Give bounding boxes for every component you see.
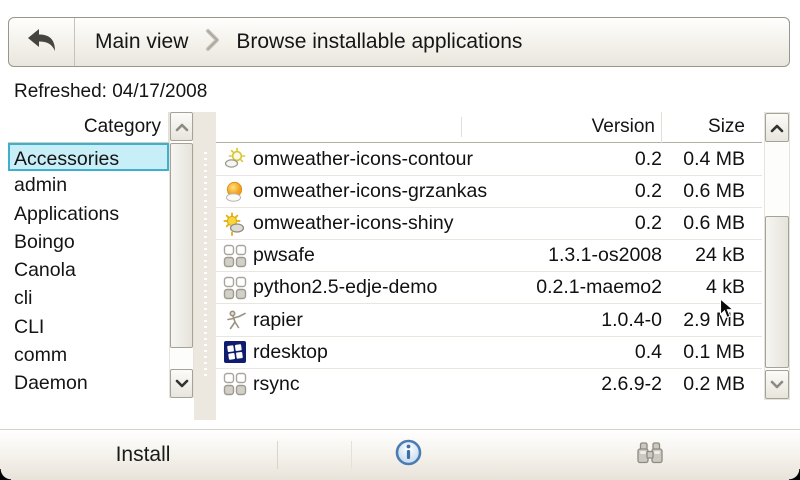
install-button[interactable]: Install (8, 430, 278, 480)
category-column-header[interactable]: Category (8, 112, 169, 143)
package-name: rapier (253, 309, 303, 332)
scrollbar-down-button[interactable] (765, 370, 789, 399)
navigation-toolbar: Main view Browse installable application… (8, 17, 790, 67)
category-scrollbar[interactable] (169, 112, 194, 398)
package-default-icon (222, 371, 248, 397)
breadcrumb: Main view Browse installable application… (75, 18, 522, 66)
package-row[interactable]: rdesktop 0.4 0.1 MB (216, 336, 762, 368)
scrollbar-down-button[interactable] (170, 369, 193, 398)
category-item-comm[interactable]: comm (8, 341, 169, 369)
package-size: 0.6 MB (662, 212, 762, 235)
category-item-daemon[interactable]: Daemon (8, 369, 169, 397)
package-name: omweather-icons-contour (253, 148, 473, 171)
package-name: pwsafe (253, 244, 315, 267)
package-row[interactable]: python2.5-edje-demo 0.2.1-maemo2 4 kB (216, 271, 762, 303)
package-size: 2.9 MB (662, 309, 762, 332)
back-button[interactable] (9, 18, 75, 66)
package-row[interactable]: rapier 1.0.4-0 2.9 MB (216, 303, 762, 335)
package-name: rdesktop (253, 341, 328, 364)
toolbar-separator (277, 441, 278, 469)
package-table-header: Version Size (216, 112, 762, 143)
package-version: 0.2 (462, 148, 662, 171)
package-row[interactable]: pwsafe 1.3.1-os2008 24 kB (216, 239, 762, 271)
omweather-contour-icon (222, 146, 248, 172)
category-item-cli-upper[interactable]: CLI (8, 313, 169, 341)
toolbar-separator (351, 441, 352, 469)
remote-desktop-icon (222, 339, 248, 365)
screen-corner (0, 469, 11, 480)
category-item-applications[interactable]: Applications (8, 200, 169, 228)
bottom-toolbar: Install (0, 429, 800, 480)
package-name: omweather-icons-grzankas (253, 180, 487, 203)
panel-splitter-handle[interactable] (194, 112, 216, 420)
back-arrow-icon (25, 25, 59, 60)
mouse-cursor (719, 298, 735, 325)
scrollbar-up-button[interactable] (170, 112, 193, 141)
category-list: Category Accessories admin Applications … (8, 112, 169, 398)
package-scrollbar[interactable] (764, 112, 790, 400)
package-row[interactable]: rsync 2.6.9-2 0.2 MB (216, 368, 762, 400)
binoculars-icon (636, 441, 664, 470)
category-item-canola[interactable]: Canola (8, 256, 169, 284)
category-item-boingo[interactable]: Boingo (8, 228, 169, 256)
package-size: 24 kB (662, 244, 762, 267)
scrollbar-thumb[interactable] (765, 216, 789, 368)
scrollbar-thumb[interactable] (170, 143, 193, 348)
package-row[interactable]: omweather-icons-grzankas 0.2 0.6 MB (216, 175, 762, 207)
package-name: python2.5-edje-demo (253, 276, 437, 299)
category-item-cli-lower[interactable]: cli (8, 284, 169, 312)
details-button[interactable] (382, 430, 434, 480)
chevron-right-icon (204, 28, 220, 57)
size-column-header[interactable]: Size (662, 112, 762, 143)
info-icon (395, 439, 422, 471)
package-version: 1.0.4-0 (462, 309, 662, 332)
search-packages-button[interactable] (624, 430, 676, 480)
package-default-icon (222, 275, 248, 301)
screen-corner (789, 469, 800, 480)
package-row[interactable]: omweather-icons-contour 0.2 0.4 MB (216, 143, 762, 175)
package-default-icon (222, 243, 248, 269)
category-item-accessories[interactable]: Accessories (8, 143, 169, 171)
omweather-grzankas-icon (222, 179, 248, 205)
package-size: 0.6 MB (662, 180, 762, 203)
package-name: omweather-icons-shiny (253, 212, 454, 235)
package-version: 0.2 (462, 180, 662, 203)
package-version: 2.6.9-2 (462, 373, 662, 396)
package-name: rsync (253, 373, 300, 396)
package-size: 0.1 MB (662, 341, 762, 364)
package-size: 0.4 MB (662, 148, 762, 171)
package-version: 0.2 (462, 212, 662, 235)
package-version: 0.2.1-maemo2 (462, 276, 662, 299)
refreshed-status: Refreshed: 04/17/2008 (14, 81, 207, 103)
package-size: 4 kB (662, 276, 762, 299)
category-panel: Category Accessories admin Applications … (8, 112, 194, 398)
category-item-admin[interactable]: admin (8, 171, 169, 199)
page-title: Browse installable applications (236, 30, 522, 54)
name-column-header[interactable] (216, 117, 462, 137)
package-table: Version Size omweather-icons-contour (216, 112, 762, 400)
package-size: 0.2 MB (662, 373, 762, 396)
omweather-shiny-icon (222, 211, 248, 237)
package-version: 0.4 (462, 341, 662, 364)
breadcrumb-main-view[interactable]: Main view (95, 30, 188, 54)
version-column-header[interactable]: Version (462, 112, 662, 143)
scrollbar-up-button[interactable] (765, 113, 789, 142)
package-row[interactable]: omweather-icons-shiny 0.2 0.6 MB (216, 207, 762, 239)
fencer-icon (222, 307, 248, 333)
package-version: 1.3.1-os2008 (462, 244, 662, 267)
